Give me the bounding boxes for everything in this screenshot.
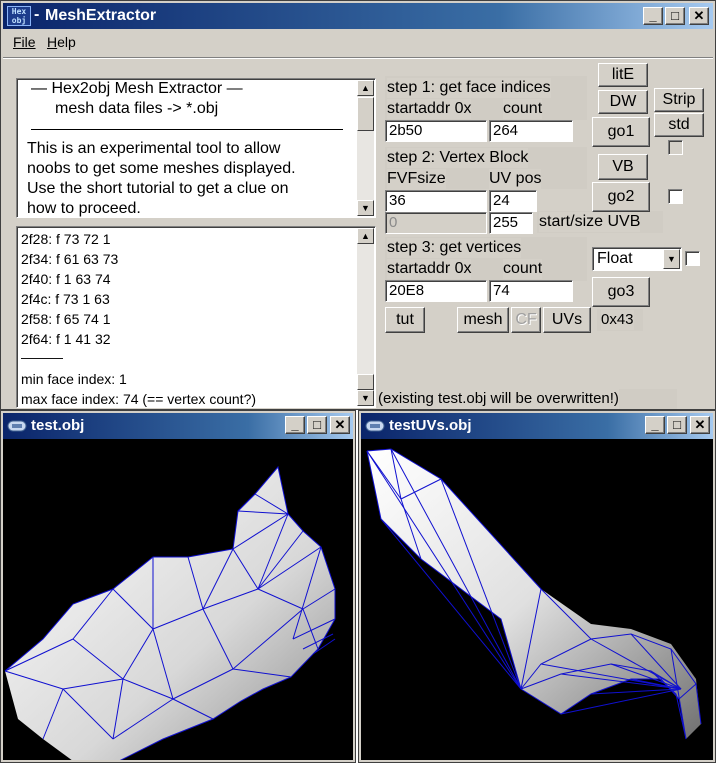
main-title-bar[interactable]: Hex obj - MeshExtractor _ □ ✕: [3, 3, 713, 29]
step3-title: step 3: get vertices: [387, 238, 522, 258]
uvpos-input[interactable]: 24: [489, 190, 537, 212]
app-window-icon: [7, 420, 27, 432]
step1-title: step 1: get face indices: [387, 78, 551, 98]
menu-help-rest: elp: [57, 34, 76, 50]
app-window-icon: [365, 420, 385, 432]
scroll-up-arrow-icon[interactable]: ▲: [357, 80, 374, 96]
strip-button[interactable]: Strip: [654, 88, 704, 112]
step3-startaddr-label: startaddr 0x: [387, 259, 472, 279]
tut-button[interactable]: tut: [385, 307, 425, 333]
scroll-down-arrow-icon[interactable]: ▼: [357, 200, 374, 216]
uvs-button[interactable]: UVs: [543, 307, 591, 333]
fvfsize-input[interactable]: 36: [385, 190, 487, 212]
log-textbox[interactable]: 2f28: f 73 72 1 2f34: f 61 63 73 2f40: f…: [16, 226, 376, 408]
lite-button[interactable]: litE: [598, 63, 648, 87]
scroll-thumb[interactable]: [357, 374, 374, 390]
log-line: 2f28: f 73 72 1: [21, 231, 111, 247]
mesh-render-test-obj: [4, 465, 336, 760]
step2-uvpos-label: UV pos: [489, 169, 542, 189]
minimize-button[interactable]: _: [643, 7, 663, 25]
info-line-2: mesh data files -> *.obj: [55, 100, 219, 117]
maximize-button[interactable]: □: [667, 416, 687, 434]
viewer2-title-bar[interactable]: testUVs.obj _ □ ✕: [361, 413, 713, 439]
app-icon: Hex obj: [7, 6, 31, 26]
go2-button[interactable]: go2: [592, 182, 650, 212]
log-line: 2f34: f 61 63 73: [21, 251, 119, 267]
step3-count-input[interactable]: 74: [489, 280, 573, 302]
main-window: Hex obj - MeshExtractor _ □ ✕ File Help …: [0, 0, 716, 410]
scroll-down-arrow-icon[interactable]: ▼: [357, 390, 374, 406]
viewer-window-test-obj: test.obj _ □ ✕: [0, 410, 356, 763]
menu-separator: [3, 57, 713, 59]
scroll-thumb[interactable]: [357, 97, 374, 131]
cf-button[interactable]: CF: [511, 307, 541, 333]
maximize-button[interactable]: □: [665, 7, 685, 25]
viewer1-viewport[interactable]: [3, 439, 353, 760]
log-line: 2f58: f 65 74 1: [21, 311, 111, 327]
menu-file[interactable]: File: [13, 34, 36, 50]
uvb-label: start/size UVB: [539, 212, 641, 232]
info-line-4: noobs to get some meshes displayed.: [27, 160, 296, 177]
step1-startaddr-input[interactable]: 2b50: [385, 120, 487, 142]
info-line-5: Use the short tutorial to get a clue on: [27, 180, 289, 197]
info-scrollbar[interactable]: ▲ ▼: [357, 80, 374, 216]
step1-count-input[interactable]: 264: [489, 120, 573, 142]
viewer1-title-bar[interactable]: test.obj _ □ ✕: [3, 413, 353, 439]
close-button[interactable]: ✕: [689, 7, 709, 25]
scroll-up-arrow-icon[interactable]: ▲: [357, 228, 374, 244]
log-line: 2f40: f 1 63 74: [21, 271, 111, 287]
viewer2-title: testUVs.obj: [389, 417, 472, 434]
viewer1-title: test.obj: [31, 417, 85, 434]
viewer2-viewport[interactable]: [361, 439, 713, 760]
minimize-button[interactable]: _: [285, 416, 305, 434]
std-button[interactable]: std: [654, 113, 704, 137]
info-textbox[interactable]: — Hex2obj Mesh Extractor — mesh data fil…: [16, 78, 376, 218]
menu-bar: File Help: [3, 31, 713, 53]
vb-button[interactable]: VB: [598, 154, 648, 180]
log-scrollbar[interactable]: ▲ ▼: [357, 228, 374, 406]
info-line-6: how to proceed.: [27, 200, 141, 217]
format-select[interactable]: Float ▼: [592, 247, 682, 271]
info-line-3: This is an experimental tool to allow: [27, 140, 281, 157]
log-line: max face index: 74 (== vertex count?): [21, 391, 257, 407]
step1-startaddr-label: startaddr 0x: [387, 99, 472, 119]
info-divider: [31, 129, 343, 130]
viewer-window-testuvs-obj: testUVs.obj _ □ ✕: [358, 410, 716, 763]
format-checkbox[interactable]: [685, 251, 700, 266]
mesh-render-testuvs-obj: [366, 448, 702, 740]
mesh-button[interactable]: mesh: [457, 307, 509, 333]
uvb-size-input[interactable]: 255: [489, 212, 533, 234]
step1-count-label: count: [503, 99, 543, 119]
minimize-button[interactable]: _: [645, 416, 665, 434]
mesh-surface: [5, 467, 335, 760]
chevron-down-icon[interactable]: ▼: [663, 249, 680, 269]
uvb-start-input[interactable]: 0: [385, 212, 487, 234]
status-text: (existing test.obj will be overwritten!): [378, 389, 619, 409]
std-checkbox[interactable]: [668, 140, 683, 155]
log-line: ———: [21, 349, 63, 365]
log-line: min face index: 1: [21, 371, 127, 387]
go3-button[interactable]: go3: [592, 277, 650, 307]
step2-fvfsize-label: FVFsize: [387, 169, 446, 189]
window-title: MeshExtractor: [45, 7, 157, 24]
go1-button[interactable]: go1: [592, 117, 650, 147]
hex-readout: 0x43: [601, 310, 634, 330]
go2-checkbox[interactable]: [668, 189, 683, 204]
step3-count-label: count: [503, 259, 543, 279]
log-line: 2f64: f 1 41 32: [21, 331, 111, 347]
step3-startaddr-input[interactable]: 20E8: [385, 280, 487, 302]
step2-title: step 2: Vertex Block: [387, 148, 529, 168]
close-button[interactable]: ✕: [330, 416, 350, 434]
maximize-button[interactable]: □: [307, 416, 327, 434]
info-line-1: — Hex2obj Mesh Extractor —: [31, 80, 243, 97]
log-line: 2f4c: f 73 1 63: [21, 291, 110, 307]
format-select-value: Float: [597, 250, 633, 267]
dw-button[interactable]: DW: [598, 90, 648, 114]
close-button[interactable]: ✕: [690, 416, 710, 434]
menu-help[interactable]: Help: [47, 34, 76, 50]
